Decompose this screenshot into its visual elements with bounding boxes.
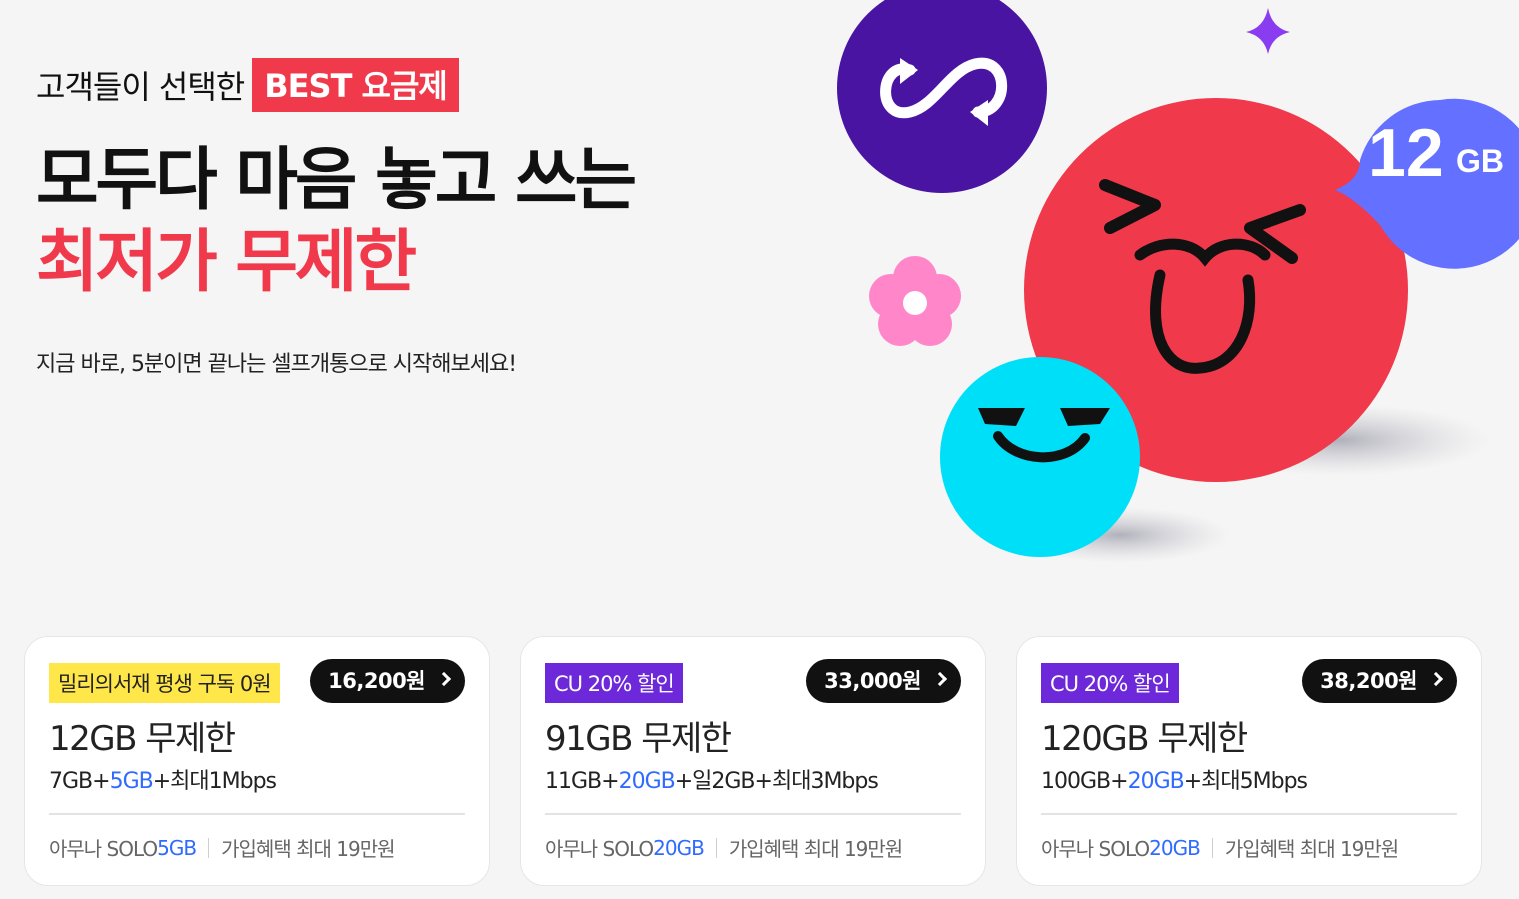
detail-base: 11GB+ <box>545 769 620 794</box>
bubble-unit: GB <box>1456 143 1504 179</box>
plan-card[interactable]: 밀리의서재 평생 구독 0원 16,200원 12GB 무제한 7GB+5GB+… <box>24 636 490 886</box>
solo-label: 아무나 SOLO <box>1041 837 1150 861</box>
card-footer: 아무나 SOLO 20GB 가입혜택 최대 19만원 <box>1041 833 1399 862</box>
footer-separator <box>1211 837 1213 858</box>
plan-card[interactable]: CU 20% 할인 38,200원 120GB 무제한 100GB+20GB+최… <box>1016 636 1482 886</box>
price-label: 38,200원 <box>1320 669 1417 693</box>
headline-line-1: 모두다 마음 놓고 쓰는 <box>36 141 637 220</box>
detail-extra: +최대5Mbps <box>1183 769 1308 794</box>
promo-badge: CU 20% 할인 <box>1041 663 1179 703</box>
plan-card[interactable]: CU 20% 할인 33,000원 91GB 무제한 11GB+20GB+일2G… <box>520 636 986 886</box>
signup-benefit: 가입혜택 최대 19만원 <box>728 837 903 861</box>
detail-bonus: 20GB <box>1127 769 1185 794</box>
illustration-svg: 12 GB <box>837 0 1519 563</box>
plan-name: 12GB 무제한 <box>49 719 236 759</box>
bubble-number: 12 <box>1368 115 1444 191</box>
hero-eyebrow: 고객들이 선택한 BEST 요금제 <box>36 58 459 112</box>
footer-separator <box>208 837 210 858</box>
solo-amount: 20GB <box>653 835 705 860</box>
card-footer: 아무나 SOLO 20GB 가입혜택 최대 19만원 <box>545 833 903 862</box>
hero-headline: 모두다 마음 놓고 쓰는 최저가 무제한 <box>36 140 637 304</box>
card-divider <box>49 813 465 815</box>
detail-base: 7GB+ <box>49 769 111 794</box>
price-label: 33,000원 <box>824 669 921 693</box>
detail-base: 100GB+ <box>1041 769 1129 794</box>
hero-subline: 지금 바로, 5분이면 끝나는 셀프개통으로 시작해보세요! <box>36 352 517 377</box>
plan-name: 120GB 무제한 <box>1041 719 1248 759</box>
chevron-right-icon <box>436 671 452 687</box>
solo-label: 아무나 SOLO <box>545 837 654 861</box>
footer-separator <box>715 837 717 858</box>
signup-benefit: 가입혜택 최대 19만원 <box>221 837 395 861</box>
best-plan-tag: BEST 요금제 <box>252 58 459 112</box>
infinity-refresh-icon <box>837 0 1047 193</box>
signup-benefit: 가입혜택 최대 19만원 <box>1224 837 1399 861</box>
card-divider <box>1041 813 1457 815</box>
detail-bonus: 20GB <box>618 769 676 794</box>
price-label: 16,200원 <box>328 669 425 693</box>
smirking-face-character <box>940 357 1140 557</box>
hero-section: 고객들이 선택한 BEST 요금제 모두다 마음 놓고 쓰는 최저가 무제한 지… <box>36 0 796 420</box>
chevron-right-icon <box>1428 671 1444 687</box>
promo-badge: CU 20% 할인 <box>545 663 683 703</box>
chevron-right-icon <box>932 671 948 687</box>
price-button[interactable]: 33,000원 <box>806 659 961 703</box>
promo-badge: 밀리의서재 평생 구독 0원 <box>49 663 280 703</box>
solo-amount: 5GB <box>157 835 197 860</box>
flower-icon <box>869 256 961 346</box>
solo-label: 아무나 SOLO <box>49 837 158 861</box>
plan-name: 91GB 무제한 <box>545 719 732 759</box>
detail-bonus: 5GB <box>109 769 154 794</box>
solo-amount: 20GB <box>1149 835 1201 860</box>
plan-card-list: 밀리의서재 평생 구독 0원 16,200원 12GB 무제한 7GB+5GB+… <box>24 636 1484 886</box>
card-divider <box>545 813 961 815</box>
price-button[interactable]: 38,200원 <box>1302 659 1457 703</box>
plan-detail: 100GB+20GB+최대5Mbps <box>1041 763 1308 795</box>
plan-detail: 11GB+20GB+일2GB+최대3Mbps <box>545 763 879 795</box>
detail-extra: +일2GB+최대3Mbps <box>674 769 879 794</box>
detail-extra: +최대1Mbps <box>152 769 277 794</box>
plan-detail: 7GB+5GB+최대1Mbps <box>49 763 277 795</box>
eyebrow-text: 고객들이 선택한 <box>36 68 245 106</box>
sparkle-icon <box>1246 8 1290 54</box>
hero-illustration: 12 GB <box>820 0 1519 600</box>
price-button[interactable]: 16,200원 <box>310 659 465 703</box>
headline-line-2: 최저가 무제한 <box>36 223 417 302</box>
card-footer: 아무나 SOLO 5GB 가입혜택 최대 19만원 <box>49 833 396 862</box>
